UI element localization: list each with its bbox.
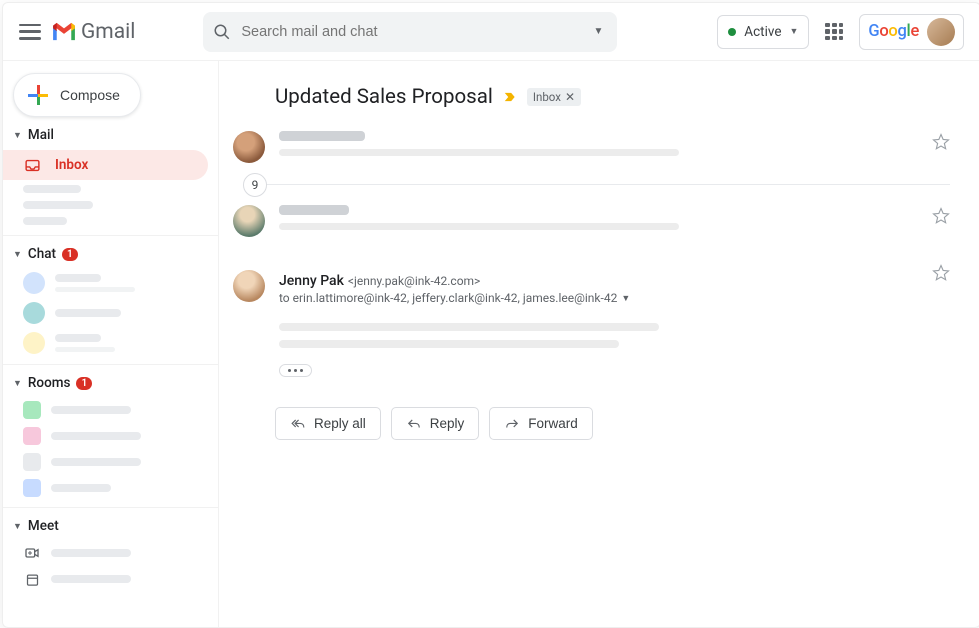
rooms-placeholder-row [3, 449, 218, 475]
expanded-message: Jenny Pak <jenny.pak@ink-42.com> to erin… [219, 252, 979, 391]
mail-section-header[interactable]: ▼ Mail [3, 117, 218, 149]
inbox-label: Inbox [55, 157, 88, 173]
star-icon[interactable] [932, 133, 950, 151]
important-marker-icon[interactable] [503, 90, 517, 104]
collapsed-message[interactable] [219, 121, 979, 178]
sidebar-placeholder-row [3, 181, 218, 197]
chat-placeholder-row [3, 298, 218, 328]
search-input[interactable] [241, 24, 579, 40]
status-chip[interactable]: Active ▼ [717, 15, 809, 49]
conversation-view: Updated Sales Proposal Inbox ✕ 9 [219, 61, 979, 627]
sender-email: <jenny.pak@ink-42.com> [348, 274, 480, 288]
recipients-line: to erin.lattimore@ink-42, jeffery.clark@… [279, 291, 617, 305]
sidebar-placeholder-row [3, 213, 218, 229]
meet-new-meeting[interactable] [3, 540, 218, 566]
meet-section-header[interactable]: ▼ Meet [3, 508, 218, 540]
sender-avatar [233, 131, 265, 163]
gmail-m-icon [51, 22, 77, 42]
caret-down-icon: ▼ [13, 521, 22, 532]
reply-all-button[interactable]: Reply all [275, 407, 381, 440]
google-apps-icon[interactable] [825, 23, 843, 41]
google-account-switcher[interactable]: Google [859, 14, 964, 50]
thread-subject: Updated Sales Proposal [275, 85, 493, 109]
sidebar-item-inbox[interactable]: Inbox [3, 150, 208, 180]
chat-badge: 1 [62, 248, 78, 261]
chat-placeholder-row [3, 268, 218, 298]
video-plus-icon [23, 544, 41, 562]
inbox-icon [23, 156, 41, 174]
compose-button[interactable]: Compose [13, 73, 141, 117]
reply-all-icon [290, 417, 306, 431]
search-bar[interactable]: ▼ [203, 12, 617, 52]
remove-label-icon[interactable]: ✕ [565, 90, 575, 104]
reply-icon [406, 417, 422, 431]
meet-section-label: Meet [28, 518, 59, 534]
show-trimmed-content-button[interactable] [279, 364, 312, 377]
status-label: Active [744, 24, 781, 40]
rooms-placeholder-row [3, 423, 218, 449]
rooms-placeholder-row [3, 397, 218, 423]
compose-label: Compose [60, 87, 120, 103]
calendar-icon [23, 570, 41, 588]
collapsed-messages-divider[interactable]: 9 [255, 184, 950, 185]
google-logo-text: Google [868, 22, 919, 41]
sender-avatar [233, 270, 265, 302]
caret-down-icon: ▼ [13, 130, 22, 141]
gmail-logo[interactable]: Gmail [51, 20, 135, 44]
sidebar-placeholder-row [3, 197, 218, 213]
label-chip-text: Inbox [533, 90, 561, 104]
caret-down-icon: ▼ [13, 378, 22, 389]
collapsed-count: 9 [243, 173, 267, 197]
star-icon[interactable] [932, 264, 950, 282]
reply-button[interactable]: Reply [391, 407, 480, 440]
mail-section-label: Mail [28, 127, 54, 143]
collapsed-message[interactable] [219, 195, 979, 252]
sender-name: Jenny Pak [279, 273, 344, 289]
sender-avatar [233, 205, 265, 237]
forward-label: Forward [528, 416, 578, 431]
plus-icon [28, 85, 48, 105]
rooms-placeholder-row [3, 475, 218, 501]
rooms-section-header[interactable]: ▼ Rooms 1 [3, 365, 218, 397]
chevron-down-icon: ▼ [789, 26, 798, 37]
forward-icon [504, 417, 520, 431]
rooms-badge: 1 [76, 377, 92, 390]
search-icon [213, 23, 231, 41]
caret-down-icon: ▼ [13, 249, 22, 260]
sidebar: Compose ▼ Mail Inbox ▼ Chat 1 [3, 61, 219, 627]
status-active-dot [728, 28, 736, 36]
reply-label: Reply [430, 416, 465, 431]
user-avatar[interactable] [927, 18, 955, 46]
label-chip-inbox[interactable]: Inbox ✕ [527, 88, 581, 106]
search-options-dropdown[interactable]: ▼ [589, 22, 607, 41]
rooms-section-label: Rooms [28, 375, 71, 391]
chat-section-header[interactable]: ▼ Chat 1 [3, 236, 218, 268]
chat-placeholder-row [3, 328, 218, 358]
chat-section-label: Chat [28, 246, 56, 262]
gmail-brand-text: Gmail [81, 20, 135, 44]
reply-all-label: Reply all [314, 416, 366, 431]
star-icon[interactable] [932, 207, 950, 225]
recipients-expand-icon[interactable]: ▼ [621, 293, 630, 304]
hamburger-menu-icon[interactable] [19, 21, 41, 43]
meet-my-meetings[interactable] [3, 566, 218, 592]
forward-button[interactable]: Forward [489, 407, 593, 440]
